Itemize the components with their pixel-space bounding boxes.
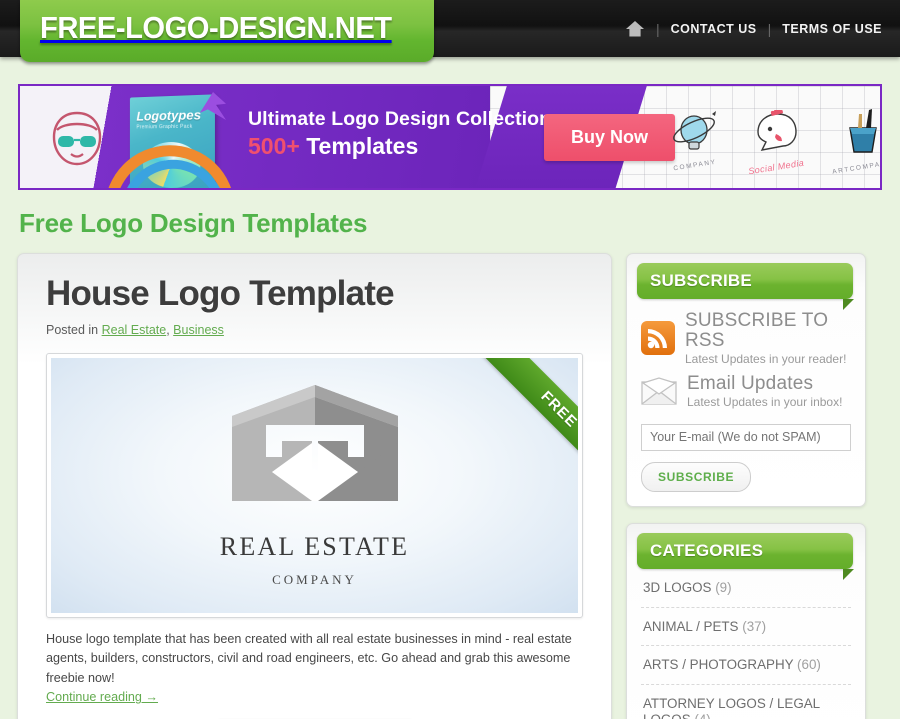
nav-separator-2: | bbox=[767, 20, 772, 37]
category-label: ARTS / PHOTOGRAPHY bbox=[643, 657, 794, 673]
categories-panel: CATEGORIES 3D LOGOS (9) ANIMAL / PETS (3… bbox=[626, 522, 866, 719]
sidebar: SUBSCRIBE SUBSCRIBE TO RSS Latest Update… bbox=[626, 253, 866, 719]
rss-text-block: SUBSCRIBE TO RSS Latest Updates in your … bbox=[685, 311, 851, 366]
rss-title: SUBSCRIBE TO RSS bbox=[685, 310, 829, 351]
subscribe-rss-link[interactable]: SUBSCRIBE TO RSS Latest Updates in your … bbox=[641, 311, 851, 366]
post-category-business[interactable]: Business bbox=[173, 323, 224, 337]
post-excerpt: House logo template that has been create… bbox=[46, 630, 583, 708]
rss-icon bbox=[641, 321, 675, 356]
email-updates-subtitle: Latest Updates in your inbox! bbox=[687, 394, 843, 409]
subscribe-submit-button[interactable]: SUBSCRIBE bbox=[641, 461, 752, 492]
rss-subtitle: Latest Updates in your reader! bbox=[685, 351, 847, 366]
sample-logo-company: COMPANY bbox=[668, 110, 722, 172]
house-logo-icon bbox=[231, 384, 398, 501]
post-category-real-estate[interactable]: Real Estate bbox=[102, 323, 167, 337]
category-label: ATTORNEY LOGOS / LEGAL LOGOS bbox=[643, 696, 820, 719]
article-panel: House Logo Template Posted in Real Estat… bbox=[17, 253, 612, 719]
post-meta: Posted in Real Estate, Business bbox=[46, 323, 583, 337]
category-count: (60) bbox=[797, 657, 821, 673]
post-title: House Logo Template bbox=[46, 274, 395, 313]
site-logo[interactable]: FREE-LOGO-DESIGN.NET bbox=[20, 0, 435, 62]
site-header: FREE-LOGO-DESIGN.NET | CONTACT US | TERM… bbox=[0, 0, 900, 62]
nav-separator-1: | bbox=[655, 20, 660, 37]
product-box-sublabel: Premium Graphic Pack bbox=[136, 123, 193, 131]
banner-count: 500+ bbox=[248, 133, 300, 159]
sample-logo-artcompany: ARTCOMPANY bbox=[832, 108, 880, 176]
category-item-attorney-legal-logos[interactable]: ATTORNEY LOGOS / LEGAL LOGOS (4) bbox=[641, 685, 851, 719]
continue-reading-link[interactable]: Continue reading → bbox=[46, 690, 158, 704]
post-thumbnail[interactable]: REAL ESTATE COMPANY FREE bbox=[51, 357, 578, 613]
category-item-animal-pets[interactable]: ANIMAL / PETS (37) bbox=[641, 608, 851, 647]
chicken-icon bbox=[757, 108, 797, 151]
category-item-3d-logos[interactable]: 3D LOGOS (9) bbox=[641, 569, 851, 608]
category-label: ANIMAL / PETS bbox=[643, 618, 739, 634]
post-excerpt-text: House logo template that has been create… bbox=[46, 631, 572, 685]
categories-list: 3D LOGOS (9) ANIMAL / PETS (37) ARTS / P… bbox=[627, 569, 865, 719]
categories-panel-heading: CATEGORIES bbox=[637, 532, 854, 580]
nav-link-terms-of-use[interactable]: TERMS OF USE bbox=[782, 22, 882, 36]
banner-subtitle: 500+ Templates bbox=[248, 133, 418, 160]
lightbulb-icon bbox=[673, 111, 716, 150]
sample-logo-social-media: Social Media bbox=[748, 108, 805, 176]
category-count: (9) bbox=[715, 579, 732, 595]
post-thumbnail-frame[interactable]: REAL ESTATE COMPANY FREE bbox=[46, 352, 583, 618]
subscribe-panel-heading: SUBSCRIBE bbox=[637, 263, 854, 310]
envelope-icon bbox=[641, 377, 677, 405]
banner-wrapper: Logotypes Premium Graphic Pack Ultimate … bbox=[0, 57, 900, 190]
top-navigation: | CONTACT US | TERMS OF USE bbox=[625, 0, 882, 57]
posted-in-label: Posted in bbox=[46, 322, 102, 337]
categories-heading-text: CATEGORIES bbox=[650, 540, 764, 560]
promo-banner[interactable]: Logotypes Premium Graphic Pack Ultimate … bbox=[18, 84, 882, 190]
category-count: (37) bbox=[742, 618, 767, 634]
buy-now-button[interactable]: Buy Now bbox=[544, 114, 676, 161]
email-input[interactable] bbox=[641, 423, 851, 451]
category-count: (4) bbox=[694, 712, 710, 719]
subscribe-panel-body: SUBSCRIBE TO RSS Latest Updates in your … bbox=[627, 299, 865, 506]
banner-title: Ultimate Logo Design Collection bbox=[248, 108, 552, 130]
logo-company-tagline: COMPANY bbox=[272, 571, 357, 587]
nav-link-contact-us[interactable]: CONTACT US bbox=[671, 22, 757, 36]
page-title: Free Logo Design Templates bbox=[19, 208, 368, 238]
subscribe-heading-text: SUBSCRIBE bbox=[650, 271, 752, 290]
category-label: 3D LOGOS bbox=[643, 579, 712, 595]
email-updates-row: Email Updates Latest Updates in your inb… bbox=[641, 372, 851, 409]
subscribe-panel: SUBSCRIBE SUBSCRIBE TO RSS Latest Update… bbox=[626, 253, 866, 507]
girl-face-icon bbox=[52, 111, 102, 166]
category-item-arts-photography[interactable]: ARTS / PHOTOGRAPHY (60) bbox=[641, 646, 851, 686]
main-layout: House Logo Template Posted in Real Estat… bbox=[0, 239, 900, 719]
email-text-block: Email Updates Latest Updates in your inb… bbox=[687, 372, 843, 409]
banner-count-suffix: Templates bbox=[299, 133, 419, 159]
site-logo-text: FREE-LOGO-DESIGN.NET bbox=[40, 10, 392, 45]
logo-preview: REAL ESTATE COMPANY bbox=[51, 358, 578, 613]
logo-company-name: REAL ESTATE bbox=[219, 531, 410, 561]
home-icon[interactable] bbox=[625, 20, 645, 38]
paintbrush-cup-icon bbox=[848, 109, 877, 153]
email-updates-title: Email Updates bbox=[687, 372, 814, 394]
